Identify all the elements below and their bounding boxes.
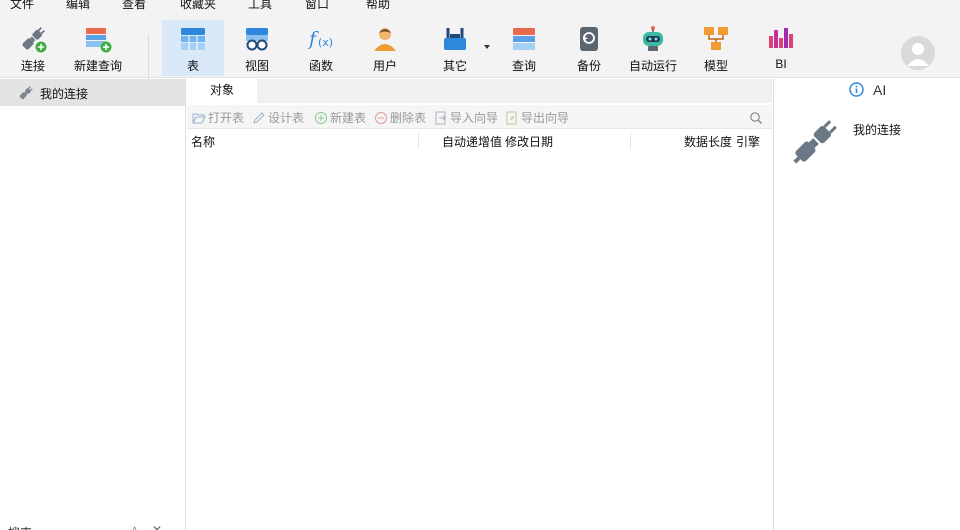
menu-tools[interactable]: 工具: [248, 0, 272, 12]
other-dropdown-icon[interactable]: [483, 44, 491, 50]
column-header-auto-increment[interactable]: 自动递增值: [442, 133, 502, 150]
import-wizard-label: 导入向导: [450, 111, 499, 125]
new-query-label: 新建查询: [73, 59, 122, 73]
column-header-modified-date[interactable]: 修改日期: [505, 133, 553, 150]
menu-favorites[interactable]: 收藏夹: [180, 0, 216, 12]
connect-button[interactable]: 连接: [8, 20, 58, 76]
column-divider[interactable]: [418, 133, 419, 149]
new-table-button[interactable]: 新建表: [314, 109, 366, 125]
export-wizard-button[interactable]: 导出向导: [505, 109, 569, 125]
up-icon[interactable]: △: [130, 523, 139, 530]
menu-view[interactable]: 查看: [122, 0, 146, 12]
avatar[interactable]: [901, 36, 935, 70]
svg-text:(x): (x): [318, 36, 333, 49]
ai-tab[interactable]: AI: [873, 82, 886, 98]
search-label[interactable]: 搜索: [8, 524, 32, 530]
sidebar-footer: 搜索 — △ ✕: [0, 519, 185, 530]
menu-bar: 文件 编辑 查看 收藏夹 工具 窗口 帮助: [0, 0, 960, 14]
pencil-icon: [253, 112, 265, 124]
connect-label: 连接: [20, 59, 45, 73]
function-icon: f (x): [307, 28, 333, 50]
column-header-name[interactable]: 名称: [191, 133, 215, 150]
other-label: 其它: [442, 59, 467, 73]
tools-icon: [444, 28, 466, 50]
collapse-icon[interactable]: —: [108, 523, 120, 530]
view-button[interactable]: 视图: [232, 20, 282, 76]
design-table-label: 设计表: [268, 111, 305, 125]
open-table-label: 打开表: [208, 111, 245, 125]
backup-label: 备份: [576, 59, 601, 73]
query-label: 查询: [511, 59, 536, 73]
menu-file[interactable]: 文件: [10, 0, 34, 12]
query-button[interactable]: 查询: [498, 20, 550, 76]
view-icon: [246, 28, 268, 51]
close-icon[interactable]: ✕: [152, 523, 162, 530]
export-icon: [506, 111, 517, 125]
new-table-label: 新建表: [330, 111, 367, 125]
open-table-button[interactable]: 打开表: [192, 109, 244, 125]
plug-icon: [19, 86, 33, 100]
object-toolbar: 打开表 设计表 新建表 删除表 导入向导 导出向导: [187, 105, 772, 129]
function-label: 函数: [308, 59, 333, 73]
info-icon[interactable]: [849, 82, 864, 97]
column-divider[interactable]: [630, 133, 631, 149]
folder-open-icon: [192, 113, 206, 124]
tab-objects[interactable]: 对象: [187, 79, 257, 103]
delete-table-label: 删除表: [390, 111, 427, 125]
model-button[interactable]: 模型: [690, 20, 742, 76]
view-label: 视图: [244, 59, 269, 73]
add-circle-icon: [315, 112, 327, 124]
object-panel: 对象 打开表 设计表 新建表 删除表 导入向导 导出向导 名称 自动递增值 修改…: [187, 79, 772, 530]
user-avatar-icon: [907, 43, 929, 66]
menu-help[interactable]: 帮助: [366, 0, 390, 12]
remove-circle-icon: [375, 112, 387, 124]
new-query-button[interactable]: 新建查询: [66, 20, 130, 76]
menu-edit[interactable]: 编辑: [66, 0, 90, 12]
other-button[interactable]: 其它: [428, 20, 482, 76]
sidebar-item-my-connection[interactable]: 我的连接: [0, 79, 185, 106]
model-label: 模型: [703, 59, 728, 73]
user-button[interactable]: 用户: [360, 20, 410, 76]
import-wizard-button[interactable]: 导入向导: [434, 109, 498, 125]
connection-name: 我的连接: [853, 123, 902, 137]
column-header-data-length[interactable]: 数据长度: [684, 133, 732, 150]
table-icon: [181, 28, 205, 50]
delete-table-button[interactable]: 删除表: [374, 109, 426, 125]
menu-window[interactable]: 窗口: [305, 0, 329, 12]
column-header-engine[interactable]: 引擎: [736, 133, 760, 150]
plug-icon: [793, 120, 837, 164]
sidebar-item-label: 我的连接: [40, 87, 89, 101]
backup-icon: [580, 27, 598, 51]
plug-icon: [22, 26, 47, 53]
connection-sidebar: 我的连接 搜索 — △ ✕: [0, 79, 186, 530]
main-toolbar: 连接 新建查询 表 视图 f (x) 函数 用户 其它 查询 备份 自动运行 模…: [0, 14, 960, 84]
design-table-button[interactable]: 设计表: [252, 109, 304, 125]
table-label: 表: [186, 59, 199, 73]
bi-button[interactable]: BI: [756, 20, 806, 76]
model-icon: [704, 27, 728, 50]
import-icon: [435, 111, 446, 125]
object-table-header: 名称 自动递增值 修改日期 数据长度 引擎: [187, 130, 772, 152]
function-button[interactable]: f (x) 函数: [296, 20, 346, 76]
automation-label: 自动运行: [628, 59, 677, 73]
export-wizard-label: 导出向导: [521, 111, 570, 125]
user-label: 用户: [372, 59, 397, 73]
new-query-icon: [86, 28, 112, 53]
query-icon: [513, 28, 535, 50]
bi-label: BI: [775, 57, 787, 71]
automation-button[interactable]: 自动运行: [624, 20, 682, 76]
search-icon[interactable]: [749, 111, 763, 125]
info-panel: AI 我的连接: [773, 79, 960, 530]
table-button[interactable]: 表: [162, 20, 224, 76]
tab-bar: 对象: [187, 79, 772, 103]
robot-icon: [643, 26, 663, 51]
backup-button[interactable]: 备份: [564, 20, 614, 76]
toolbar-separator: [148, 34, 149, 84]
bi-chart-icon: [769, 28, 793, 48]
user-icon: [374, 28, 396, 51]
